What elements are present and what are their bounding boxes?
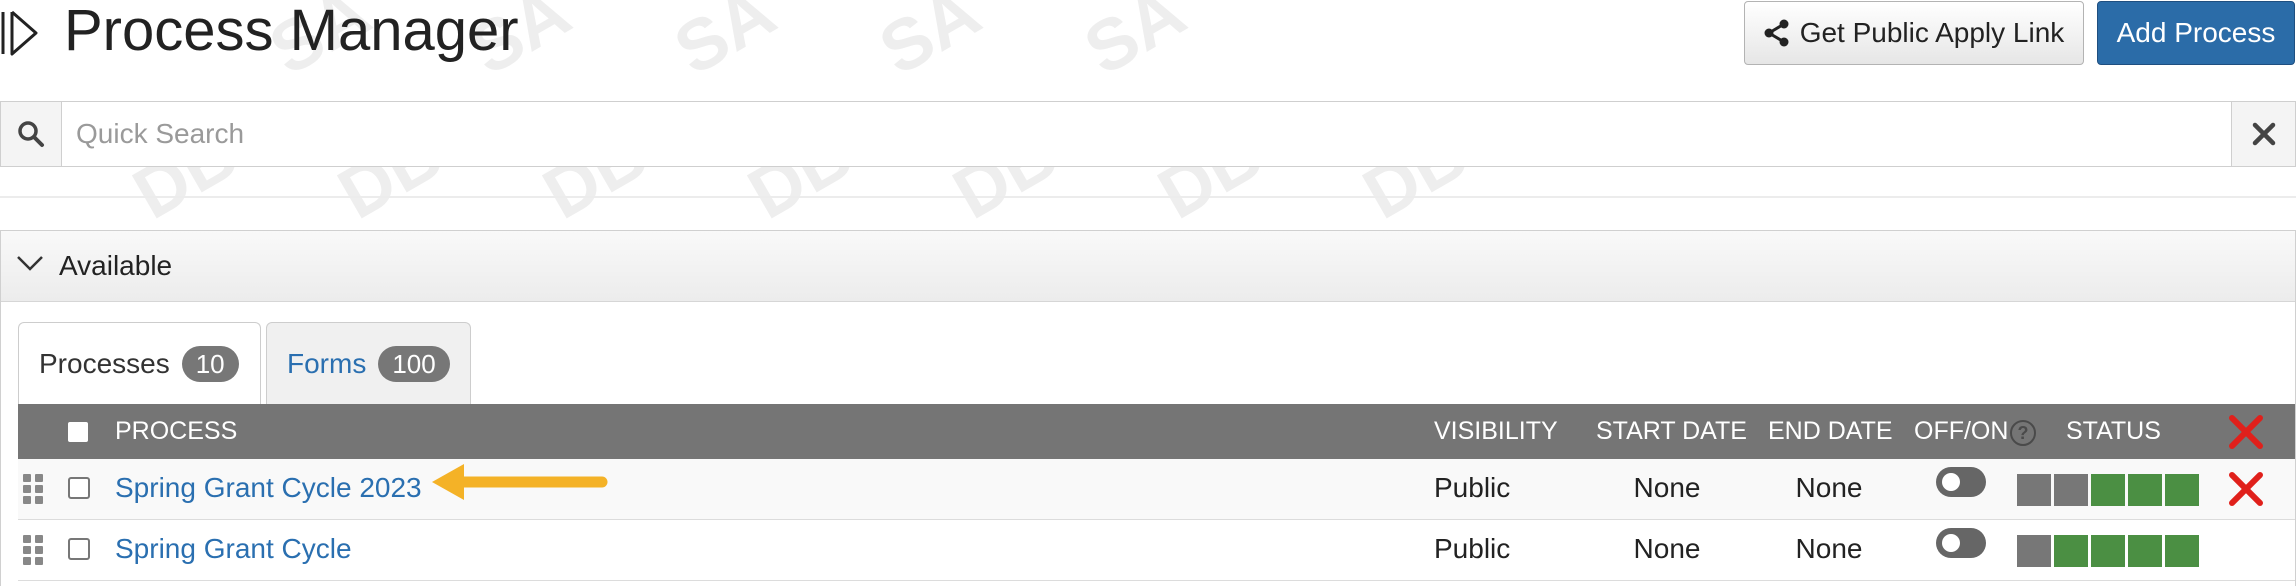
tab-forms[interactable]: Forms 100 [266, 322, 471, 404]
column-process[interactable]: PROCESS [115, 404, 237, 459]
count-badge: 10 [181, 345, 239, 382]
off-on-toggle[interactable] [1936, 467, 1986, 497]
column-visibility[interactable]: VISIBILITY [1434, 404, 1558, 459]
table-row: Spring Grant Cycle 2023 Public None None [18, 459, 2295, 520]
status-bar [2017, 535, 2199, 567]
process-link[interactable]: Spring Grant Cycle [115, 533, 352, 565]
collapse-sidebar-icon[interactable] [0, 8, 42, 58]
tab-label: Forms [287, 347, 367, 379]
share-icon [1764, 19, 1789, 47]
column-status[interactable]: STATUS [2066, 404, 2161, 459]
count-badge: 100 [378, 345, 450, 382]
divider [0, 196, 2296, 198]
visibility-cell: Public [1434, 472, 1511, 503]
page-title: Process Manager [64, 0, 519, 63]
select-all-checkbox[interactable] [68, 422, 88, 442]
end-date-cell: None [1795, 472, 1863, 503]
status-segment [2091, 474, 2125, 506]
close-icon [2252, 122, 2275, 146]
drag-handle-icon[interactable] [23, 535, 45, 565]
process-link[interactable]: Spring Grant Cycle 2023 [115, 472, 422, 504]
status-segment [2091, 535, 2125, 567]
page-header: Process Manager Get Public Apply Link Ad… [0, 0, 2296, 66]
end-date-cell: None [1795, 533, 1863, 564]
available-panel: Available Processes 10 Forms 100 PROCESS… [0, 230, 2296, 586]
table-row: Spring Grant Cycle Public None None [18, 520, 2295, 581]
search-input[interactable] [62, 102, 2232, 166]
column-off-on[interactable]: OFF/ON [1914, 404, 2008, 459]
delete-x-icon[interactable] [2224, 467, 2268, 511]
drag-handle-icon[interactable] [23, 474, 45, 504]
start-date-cell: None [1633, 472, 1701, 503]
annotation-arrow-icon [432, 464, 608, 500]
delete-x-icon[interactable] [2224, 410, 2268, 454]
status-segment [2017, 474, 2051, 506]
start-date-cell: None [1633, 533, 1701, 564]
chevron-down-icon [17, 256, 43, 271]
status-segment [2128, 474, 2162, 506]
status-bar [2017, 474, 2199, 506]
get-public-apply-link-label: Get Public Apply Link [1799, 17, 2065, 48]
status-segment [2165, 535, 2199, 567]
add-process-button[interactable]: Add Process [2097, 1, 2295, 65]
row-checkbox[interactable] [68, 538, 90, 560]
status-segment [2054, 474, 2088, 506]
status-segment [2165, 474, 2199, 506]
search-icon [1, 102, 62, 166]
tab-processes[interactable]: Processes 10 [18, 322, 261, 404]
status-segment [2128, 535, 2162, 567]
get-public-apply-link-button[interactable]: Get Public Apply Link [1744, 1, 2084, 65]
column-start-date[interactable]: START DATE [1596, 404, 1747, 459]
clear-search-button[interactable] [2231, 102, 2295, 166]
column-end-date[interactable]: END DATE [1768, 404, 1893, 459]
process-table: PROCESS VISIBILITY START DATE END DATE O… [18, 404, 2295, 581]
status-segment [2017, 535, 2051, 567]
off-on-toggle[interactable] [1936, 528, 1986, 558]
table-header: PROCESS VISIBILITY START DATE END DATE O… [18, 404, 2295, 459]
help-icon[interactable]: ? [2010, 420, 2036, 446]
panel-title: Available [59, 250, 173, 281]
tab-label: Processes [39, 347, 170, 379]
row-checkbox[interactable] [68, 477, 90, 499]
status-segment [2054, 535, 2088, 567]
quick-search-bar [0, 101, 2296, 167]
visibility-cell: Public [1434, 533, 1511, 564]
available-panel-header[interactable]: Available [1, 231, 2295, 302]
